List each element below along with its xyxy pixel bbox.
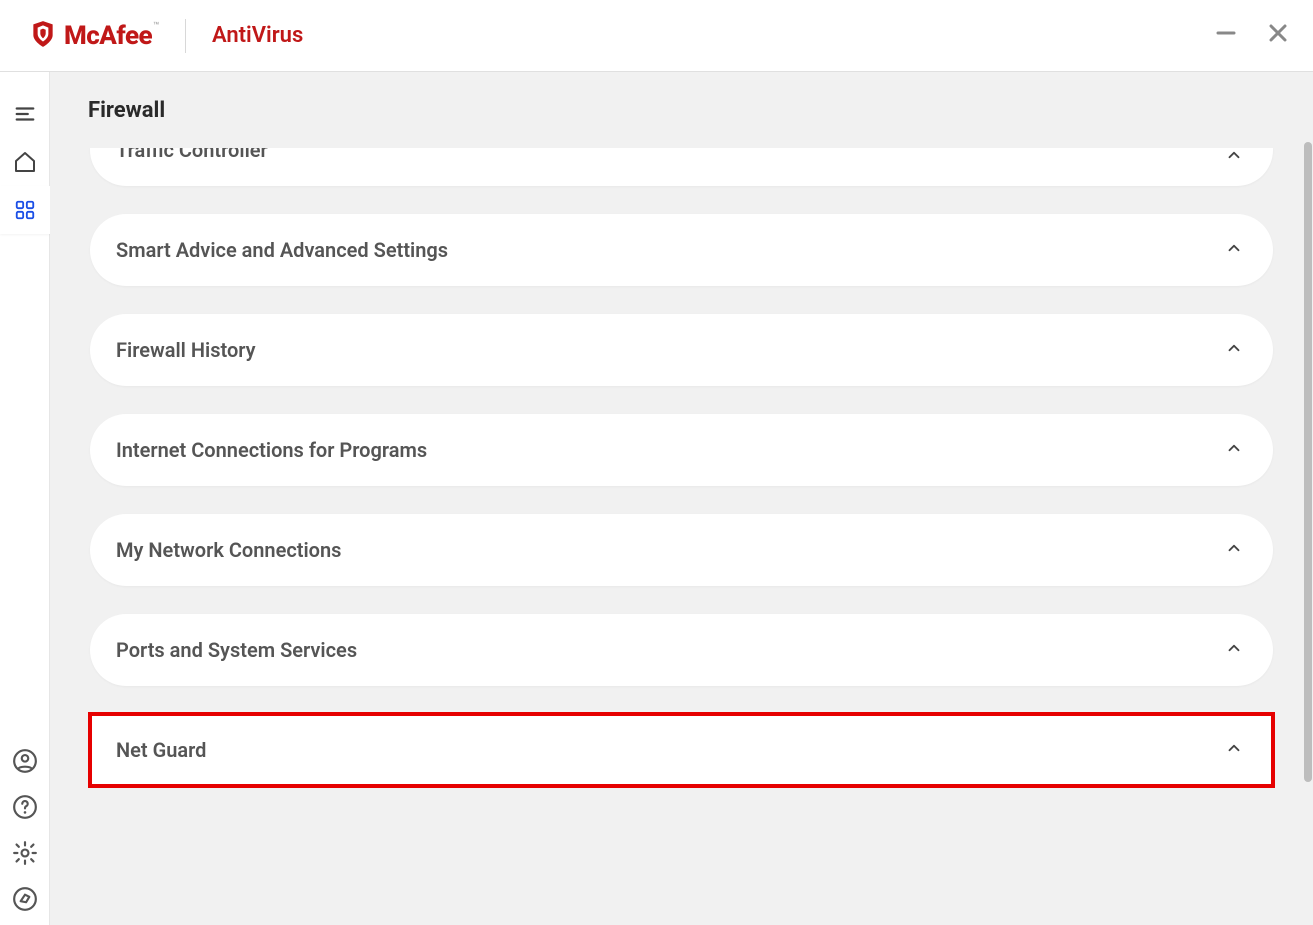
minimize-button[interactable] [1215,22,1237,48]
chevron-up-icon [1225,739,1243,761]
main-content: Firewall Traffic Controller Smart Advice… [50,72,1313,925]
card-ports-services[interactable]: Ports and System Services [90,614,1273,686]
card-internet-connections[interactable]: Internet Connections for Programs [90,414,1273,486]
card-net-guard[interactable]: Net Guard [90,714,1273,786]
card-label: Internet Connections for Programs [116,438,427,462]
chevron-up-icon [1225,339,1243,361]
sidebar-feedback[interactable] [11,885,39,913]
sidebar-home[interactable] [0,138,50,186]
chevron-up-icon [1225,539,1243,561]
card-label: Smart Advice and Advanced Settings [116,238,448,262]
card-traffic-controller[interactable]: Traffic Controller [90,148,1273,186]
account-icon [12,748,38,774]
window-controls [1215,22,1289,48]
brand-name: McAfee™ [64,21,159,51]
scrollbar-track[interactable] [1303,142,1313,919]
sidebar-bottom [0,747,50,913]
chevron-up-icon [1225,639,1243,661]
card-label: Ports and System Services [116,638,357,662]
menu-icon [14,103,36,125]
gear-icon [12,840,38,866]
brand-logo: McAfee™ AntiVirus [30,19,303,53]
sidebar [0,72,50,925]
card-smart-advice[interactable]: Smart Advice and Advanced Settings [90,214,1273,286]
sidebar-help[interactable] [11,793,39,821]
chevron-up-icon [1225,239,1243,261]
card-label: My Network Connections [116,538,341,562]
card-label: Firewall History [116,338,256,362]
page-title: Firewall [50,72,1313,149]
sidebar-apps[interactable] [0,186,50,234]
product-name: AntiVirus [212,23,303,48]
sidebar-menu[interactable] [0,90,50,138]
card-label: Net Guard [116,738,206,762]
brand-divider [185,19,186,53]
card-my-network[interactable]: My Network Connections [90,514,1273,586]
chevron-up-icon [1225,148,1243,168]
app-header: McAfee™ AntiVirus [0,0,1313,72]
sidebar-settings[interactable] [11,839,39,867]
close-button[interactable] [1267,22,1289,48]
help-icon [12,794,38,820]
home-icon [13,150,37,174]
card-label: Traffic Controller [116,148,268,162]
apps-icon [14,199,36,221]
cards-list: Traffic Controller Smart Advice and Adva… [50,148,1313,925]
chevron-up-icon [1225,439,1243,461]
feedback-icon [12,886,38,912]
sidebar-account[interactable] [11,747,39,775]
scrollbar-thumb[interactable] [1304,142,1312,782]
card-firewall-history[interactable]: Firewall History [90,314,1273,386]
mcafee-shield-icon [30,19,56,53]
